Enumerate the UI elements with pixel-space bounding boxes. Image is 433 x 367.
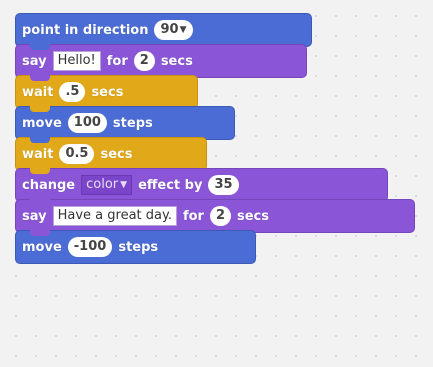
effect-dropdown-value: color xyxy=(86,177,119,192)
point-in-direction-block[interactable]: point in direction 90▼ xyxy=(15,13,312,50)
seconds-input[interactable]: 2 xyxy=(133,51,155,71)
block-label: secs xyxy=(91,84,124,100)
block-label: say xyxy=(22,53,47,69)
move-steps-block[interactable]: move -100 steps xyxy=(15,230,256,264)
seconds-input[interactable]: 2 xyxy=(209,206,231,226)
change-effect-block[interactable]: change color ▼ effect by 35 xyxy=(15,168,388,205)
say-for-secs-block[interactable]: say Have a great day. for 2 secs xyxy=(15,199,415,236)
dropdown-arrow-icon[interactable]: ▼ xyxy=(120,180,127,190)
block-label: wait xyxy=(22,84,54,100)
say-for-secs-block[interactable]: say Hello! for 2 secs xyxy=(15,44,307,81)
block-label: steps xyxy=(118,239,159,255)
block-label: point in direction xyxy=(22,22,149,38)
block-label: effect by xyxy=(138,177,203,193)
block-label: steps xyxy=(112,115,153,131)
block-label: for xyxy=(182,208,204,224)
steps-input[interactable]: -100 xyxy=(67,237,113,257)
block-label: wait xyxy=(22,146,54,162)
block-label: for xyxy=(106,53,128,69)
message-input[interactable]: Have a great day. xyxy=(52,206,177,226)
block-label: say xyxy=(22,208,47,224)
block-label: secs xyxy=(160,53,193,69)
block-label: move xyxy=(22,239,62,255)
block-label: change xyxy=(22,177,76,193)
script-stack: point in direction 90▼ say Hello! for 2 … xyxy=(15,13,415,264)
effect-amount-input[interactable]: 35 xyxy=(208,175,239,195)
steps-input[interactable]: 100 xyxy=(67,113,107,133)
effect-dropdown[interactable]: color ▼ xyxy=(81,175,133,195)
block-label: move xyxy=(22,115,62,131)
dropdown-arrow-icon[interactable]: ▼ xyxy=(180,25,187,35)
seconds-input[interactable]: 0.5 xyxy=(59,144,95,164)
direction-input[interactable]: 90▼ xyxy=(154,20,193,40)
message-input[interactable]: Hello! xyxy=(52,51,101,71)
direction-value: 90 xyxy=(160,22,179,37)
seconds-input[interactable]: .5 xyxy=(59,82,86,102)
block-label: secs xyxy=(100,146,133,162)
block-label: secs xyxy=(237,208,269,224)
